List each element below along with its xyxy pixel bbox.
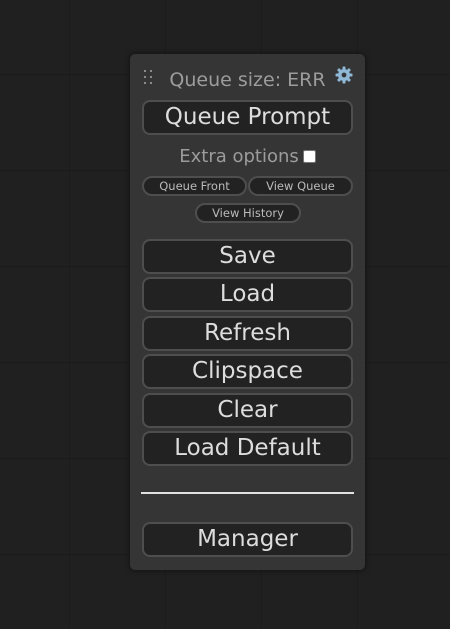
queue-front-button[interactable]: Queue Front (142, 176, 247, 196)
clipspace-button[interactable]: Clipspace (142, 354, 353, 389)
comfy-menu-panel: Queue size: ERR Queue Prompt Extra optio… (130, 54, 365, 570)
clear-button[interactable]: Clear (142, 393, 353, 428)
view-history-button[interactable]: View History (195, 203, 301, 223)
gear-icon[interactable] (334, 65, 354, 85)
refresh-button[interactable]: Refresh (142, 316, 353, 351)
extra-options-label: Extra options (179, 146, 299, 167)
manager-button[interactable]: Manager (142, 522, 353, 557)
queue-size-label: Queue size: ERR (169, 69, 326, 91)
load-button[interactable]: Load (142, 277, 353, 312)
save-button[interactable]: Save (142, 239, 353, 274)
extra-options-checkbox[interactable] (302, 150, 316, 163)
extra-options-row: Extra options (130, 145, 365, 169)
menu-divider (141, 492, 354, 494)
view-queue-button[interactable]: View Queue (248, 176, 353, 196)
queue-prompt-button[interactable]: Queue Prompt (142, 100, 353, 135)
load-default-button[interactable]: Load Default (142, 431, 353, 466)
